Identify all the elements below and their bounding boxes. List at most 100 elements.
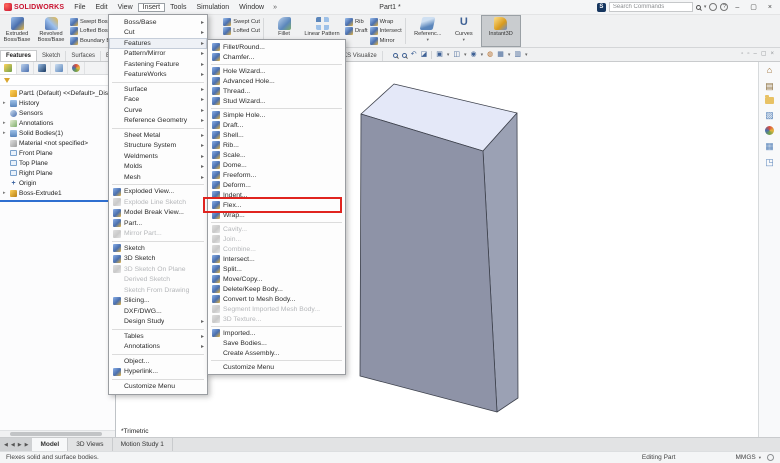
submenu-item-intersect[interactable]: Intersect... — [208, 254, 345, 264]
menu-item-model-break-view[interactable]: Model Break View... — [109, 208, 207, 219]
apply-scene-icon[interactable]: ▦ — [497, 51, 504, 59]
tab-motion-study-1[interactable]: Motion Study 1 — [113, 438, 173, 451]
menu-item-curve[interactable]: Curve — [109, 105, 207, 116]
edit-appearance-icon[interactable]: ◍ — [487, 51, 493, 59]
submenu-item-imported[interactable]: Imported... — [208, 328, 345, 338]
restore-button[interactable]: ▢ — [746, 3, 761, 11]
submenu-item-simple-hole[interactable]: Simple Hole... — [208, 110, 345, 120]
tree-item-solid-bodies[interactable]: ▸ Solid Bodies(1) — [0, 128, 115, 138]
extruded-boss-base-button[interactable]: Extruded Boss/Base — [0, 15, 34, 47]
panel-horizontal-scrollbar[interactable] — [0, 430, 115, 437]
tree-item-origin[interactable]: + Origin — [0, 178, 115, 188]
dropdown-caret-icon[interactable]: ▾ — [525, 52, 528, 58]
submenu-item-flex[interactable]: Flex... — [203, 197, 345, 213]
close-button[interactable]: × — [764, 4, 776, 11]
doc-window-icon[interactable]: ▫ — [741, 51, 743, 58]
submenu-item-save-bodies[interactable]: Save Bodies... — [208, 338, 345, 348]
menubar-file[interactable]: File — [69, 3, 90, 12]
expand-icon[interactable]: ▸ — [3, 120, 10, 126]
tree-item-right-plane[interactable]: Right Plane — [0, 168, 115, 178]
lofted-cut-button[interactable]: Lofted Cut — [223, 27, 260, 37]
reference-geometry-button[interactable]: Referenc... ▾ — [409, 15, 447, 47]
tree-item-boss-extrude1[interactable]: ▸ Boss-Extrude1 — [0, 188, 115, 198]
submenu-item-create-assembly[interactable]: Create Assembly... — [208, 348, 345, 358]
first-tab-arrow-icon[interactable]: ◀ — [3, 442, 9, 448]
submenu-item-customize-menu[interactable]: Customize Menu — [208, 362, 345, 372]
options-icon[interactable] — [709, 3, 718, 11]
menu-item-cut[interactable]: Cut — [109, 28, 207, 39]
mirror-button[interactable]: Mirror — [369, 36, 402, 46]
menu-item-tables[interactable]: Tables — [109, 331, 207, 342]
doc-close-icon[interactable]: × — [770, 51, 774, 58]
menu-item-reference-geometry[interactable]: Reference Geometry — [109, 116, 207, 127]
zoom-fit-icon[interactable] — [392, 52, 398, 58]
propertymanager-tab[interactable] — [17, 62, 34, 74]
display-style-icon[interactable]: ◫ — [453, 51, 460, 59]
tree-item-sensors[interactable]: Sensors — [0, 108, 115, 118]
rib-button[interactable]: Rib — [345, 17, 368, 27]
menubar-simulation[interactable]: Simulation — [191, 3, 234, 12]
submenu-item-scale[interactable]: Scale... — [208, 150, 345, 160]
status-tag-icon[interactable] — [767, 454, 774, 461]
units-dropdown-icon[interactable]: ▾ — [759, 455, 761, 461]
revolved-boss-base-button[interactable]: Revolved Boss/Base — [34, 15, 68, 47]
menubar-tools[interactable]: Tools — [165, 3, 191, 12]
menu-item-3d-sketch[interactable]: 3D Sketch — [109, 254, 207, 265]
rollback-bar[interactable] — [0, 200, 115, 202]
submenu-item-fillet-round[interactable]: Fillet/Round... — [208, 42, 345, 52]
dropdown-caret-icon[interactable]: ▾ — [508, 52, 511, 58]
hide-show-items-icon[interactable]: ◉ — [471, 51, 477, 59]
menu-item-surface[interactable]: Surface — [109, 84, 207, 95]
submenu-item-wrap[interactable]: Wrap... — [208, 210, 345, 220]
expand-icon[interactable]: ▸ — [3, 130, 10, 136]
wrap-button[interactable]: Wrap — [369, 17, 402, 27]
configurationmanager-tab[interactable] — [34, 62, 51, 74]
help-icon[interactable]: ? — [720, 3, 729, 11]
design-library-icon[interactable]: ▤ — [765, 81, 774, 91]
submenu-item-rib[interactable]: Rib... — [208, 140, 345, 150]
menubar-edit[interactable]: Edit — [91, 3, 113, 12]
search-dropdown-icon[interactable]: ▾ — [704, 4, 707, 10]
custom-properties-icon[interactable]: ▦ — [765, 141, 774, 151]
menu-item-mesh[interactable]: Mesh — [109, 172, 207, 183]
tree-item-history[interactable]: ▸ History — [0, 98, 115, 108]
submenu-item-split[interactable]: Split... — [208, 264, 345, 274]
submenu-item-advanced-hole[interactable]: Advanced Hole... — [208, 76, 345, 86]
prev-tab-arrow-icon[interactable]: ◀ — [10, 442, 16, 448]
box-front-face[interactable] — [359, 113, 498, 413]
tree-item-annotations[interactable]: ▸ Annotations — [0, 118, 115, 128]
featuremanager-tab[interactable] — [0, 62, 17, 74]
menu-item-sheet-metal[interactable]: Sheet Metal — [109, 130, 207, 141]
submenu-item-shell[interactable]: Shell... — [208, 130, 345, 140]
menu-item-molds[interactable]: Molds — [109, 162, 207, 173]
menu-item-structure-system[interactable]: Structure System — [109, 141, 207, 152]
submenu-item-delete-keep-body[interactable]: Delete/Keep Body... — [208, 284, 345, 294]
tree-filter-row[interactable] — [0, 75, 115, 86]
menu-item-featureworks[interactable]: FeatureWorks — [109, 70, 207, 81]
submenu-item-freeform[interactable]: Freeform... — [208, 170, 345, 180]
menu-item-part[interactable]: Part... — [109, 218, 207, 229]
menubar-pin-icon[interactable]: » — [269, 4, 281, 11]
previous-view-icon[interactable]: ↶ — [411, 51, 417, 59]
submenu-item-chamfer[interactable]: Chamfer... — [208, 52, 345, 62]
doc-restore-icon[interactable]: ▢ — [761, 51, 767, 58]
draft-button[interactable]: Draft — [345, 27, 368, 37]
menu-item-customize-menu[interactable]: Customize Menu — [109, 381, 207, 392]
menu-item-slicing[interactable]: Slicing... — [109, 296, 207, 307]
dropdown-caret-icon[interactable]: ▾ — [447, 52, 450, 58]
tab-sketch[interactable]: Sketch — [37, 51, 67, 61]
scrollbar-thumb[interactable] — [10, 432, 102, 436]
view-palette-icon[interactable]: ▨ — [765, 110, 774, 120]
menu-item-face[interactable]: Face — [109, 95, 207, 106]
menu-item-exploded-view[interactable]: Exploded View... — [109, 187, 207, 198]
view-settings-icon[interactable]: ▥ — [514, 51, 521, 59]
zoom-area-icon[interactable] — [401, 52, 407, 58]
submenu-item-deform[interactable]: Deform... — [208, 180, 345, 190]
displaymanager-tab[interactable] — [68, 62, 85, 74]
submenu-item-hole-wizard[interactable]: Hole Wizard... — [208, 66, 345, 76]
submenu-item-draft[interactable]: Draft... — [208, 120, 345, 130]
doc-window-icon[interactable]: ▫ — [747, 51, 749, 58]
dimxpertmanager-tab[interactable] — [51, 62, 68, 74]
submenu-item-move-copy[interactable]: Move/Copy... — [208, 274, 345, 284]
menubar-view[interactable]: View — [113, 3, 138, 12]
